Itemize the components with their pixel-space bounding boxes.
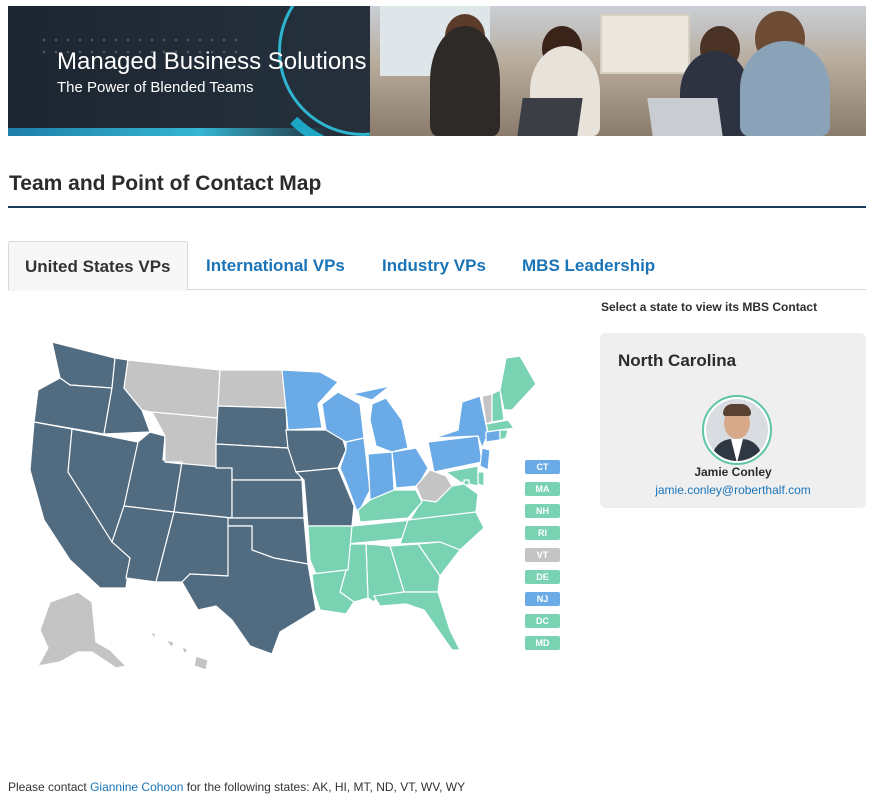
badge-vt[interactable]: VT bbox=[525, 548, 560, 562]
contact-name: Jamie Conley bbox=[694, 465, 772, 479]
contact-card: North Carolina Jamie Conley jamie.conley… bbox=[600, 333, 866, 508]
badge-de[interactable]: DE bbox=[525, 570, 560, 584]
state-ak[interactable] bbox=[36, 591, 128, 669]
title-divider bbox=[8, 206, 866, 208]
avatar bbox=[702, 395, 772, 465]
selected-state-name: North Carolina bbox=[618, 351, 737, 370]
state-ri[interactable] bbox=[499, 429, 509, 441]
banner-title: Managed Business Solutions bbox=[57, 48, 367, 75]
state-hi[interactable] bbox=[148, 630, 209, 671]
state-sd[interactable] bbox=[215, 405, 289, 449]
state-ks[interactable] bbox=[231, 479, 305, 519]
select-state-hint: Select a state to view its MBS Contact bbox=[601, 300, 818, 314]
state-nj[interactable] bbox=[479, 447, 491, 471]
tab-mbs-leadership[interactable]: MBS Leadership bbox=[506, 241, 671, 290]
badge-md[interactable]: MD bbox=[525, 636, 560, 650]
badge-nj[interactable]: NJ bbox=[525, 592, 560, 606]
state-fl[interactable] bbox=[373, 591, 461, 651]
banner-subtitle: The Power of Blended Teams bbox=[57, 79, 254, 96]
state-de[interactable] bbox=[477, 471, 485, 487]
page-title: Team and Point of Contact Map bbox=[9, 172, 322, 195]
banner-stripe bbox=[8, 128, 328, 136]
team-meeting-photo bbox=[370, 6, 866, 136]
tab-industry-vps[interactable]: Industry VPs bbox=[366, 241, 502, 290]
footer-note: Please contact Giannine Cohoon for the f… bbox=[8, 780, 465, 794]
hero-banner: Managed Business Solutions The Power of … bbox=[8, 6, 866, 136]
badge-ct[interactable]: CT bbox=[525, 460, 560, 474]
contact-email-link[interactable]: jamie.conley@roberthalf.com bbox=[600, 483, 866, 497]
badge-ri[interactable]: RI bbox=[525, 526, 560, 540]
badge-nh[interactable]: NH bbox=[525, 504, 560, 518]
state-me[interactable] bbox=[499, 355, 537, 411]
us-states-map bbox=[29, 341, 537, 671]
state-nd[interactable] bbox=[217, 369, 287, 409]
vp-tabs: United States VPs International VPs Indu… bbox=[8, 241, 866, 291]
state-ar[interactable] bbox=[307, 525, 353, 575]
tab-united-states-vps[interactable]: United States VPs bbox=[8, 241, 188, 291]
tab-international-vps[interactable]: International VPs bbox=[190, 241, 361, 290]
footer-prefix: Please contact bbox=[8, 780, 91, 794]
contact-giannine-link[interactable]: Giannine Cohoon bbox=[90, 780, 183, 794]
badge-ma[interactable]: MA bbox=[525, 482, 560, 496]
state-ct[interactable] bbox=[485, 429, 501, 443]
badge-dc[interactable]: DC bbox=[525, 614, 560, 628]
footer-suffix: for the following states: AK, HI, MT, ND… bbox=[183, 780, 466, 794]
